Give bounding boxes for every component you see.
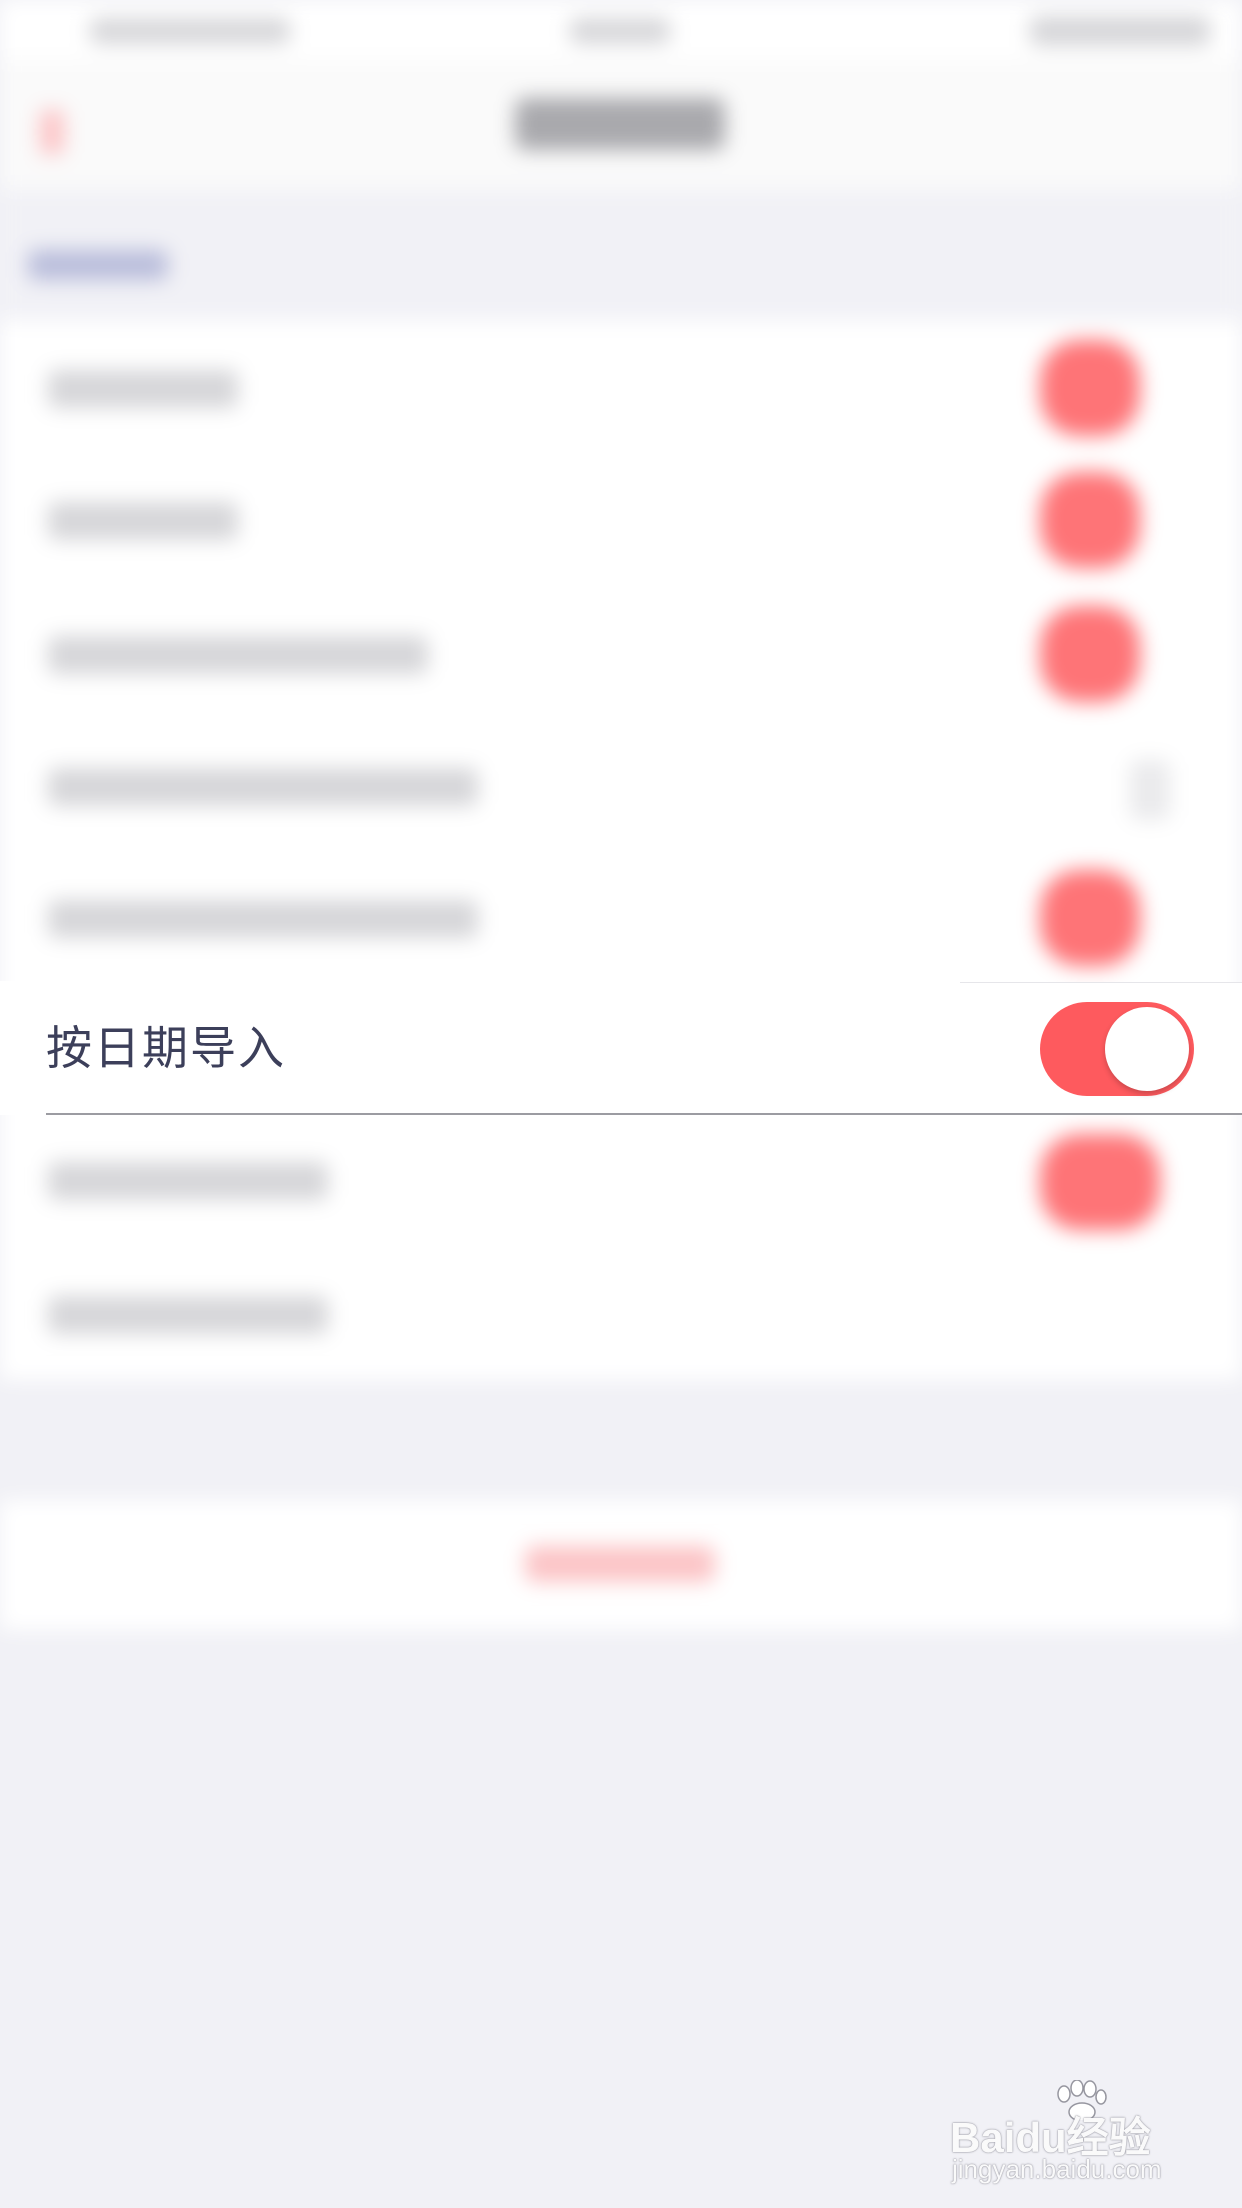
section-header-strip xyxy=(0,190,1242,320)
back-chevron-icon xyxy=(40,110,64,154)
row-2-label-placeholder xyxy=(48,502,238,540)
section-header-placeholder xyxy=(28,250,168,280)
status-carrier-placeholder xyxy=(90,18,290,44)
bottom-button-label-placeholder xyxy=(525,1546,715,1582)
row-5-label-placeholder xyxy=(48,900,478,938)
row-1-label-placeholder xyxy=(48,370,238,408)
watermark-url: jingyan.baidu.com xyxy=(952,2154,1162,2184)
baidu-jingyan-watermark: Baidu经验 jingyan.baidu.com xyxy=(950,2080,1180,2190)
row-7-label-placeholder xyxy=(48,1162,328,1200)
nav-title-placeholder xyxy=(515,98,725,150)
row-3-toggle-placeholder xyxy=(1040,606,1140,702)
row-7-toggle-placeholder xyxy=(1040,1134,1160,1230)
row-5-toggle-placeholder xyxy=(1040,870,1140,966)
row-2-toggle-placeholder xyxy=(1040,472,1140,568)
row-3-label-placeholder xyxy=(48,636,428,674)
row-4-label-placeholder xyxy=(48,768,478,806)
import-by-date-label: 按日期导入 xyxy=(46,1021,286,1075)
row-1-toggle-placeholder xyxy=(1040,340,1140,436)
row-4-toggle-placeholder xyxy=(1130,760,1170,820)
status-battery-placeholder xyxy=(1030,16,1210,46)
status-time-placeholder xyxy=(570,18,670,44)
toggle-knob xyxy=(1105,1007,1189,1091)
import-by-date-row[interactable]: 按日期导入 xyxy=(0,981,1242,1115)
import-by-date-toggle[interactable] xyxy=(1040,1002,1194,1096)
row-8-label-placeholder xyxy=(48,1296,328,1334)
